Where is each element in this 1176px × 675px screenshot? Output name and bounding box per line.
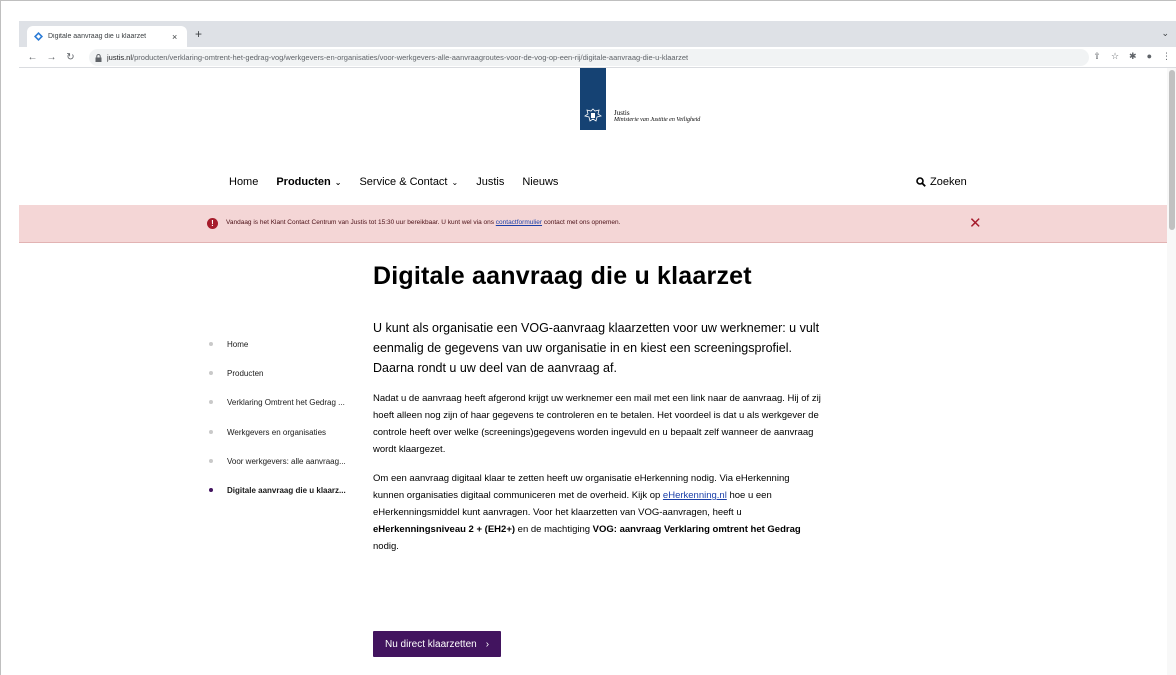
new-tab-button[interactable]: + (195, 27, 202, 41)
breadcrumb-label: Voor werkgevers: alle aanvraag... (227, 456, 346, 466)
url-domain: justis.nl (107, 53, 133, 62)
breadcrumb: Home Producten Verklaring Omtrent het Ge… (207, 340, 346, 515)
breadcrumb-label: Verklaring Omtrent het Gedrag ... (227, 398, 345, 408)
lock-icon (95, 53, 102, 62)
extensions-puzzle-icon[interactable]: ✱ (1129, 51, 1137, 62)
chevron-down-icon: ⌄ (334, 177, 342, 187)
breadcrumb-item-vog[interactable]: Verklaring Omtrent het Gedrag ... (207, 398, 346, 427)
tab-strip: Digitale aanvraag die u klaarzet × + ⌄ (19, 21, 1176, 47)
nav-service-label: Service & Contact (359, 176, 448, 188)
page-scrollbar[interactable] (1167, 68, 1176, 675)
breadcrumb-label: Home (227, 340, 249, 349)
breadcrumb-item-home[interactable]: Home (207, 340, 346, 369)
browser-tab[interactable]: Digitale aanvraag die u klaarzet × (27, 26, 187, 47)
chevron-right-icon: › (485, 638, 490, 650)
lead-paragraph: U kunt als organisatie een VOG-aanvraag … (373, 321, 820, 375)
tab-search-icon[interactable]: ⌄ (1161, 28, 1169, 39)
browser-toolbar: ← → ↻ justis.nl/producten/verklaring-omt… (19, 47, 1176, 68)
browser-menu-icon[interactable]: ⋮ (1162, 51, 1171, 62)
breadcrumb-label: Digitale aanvraag die u klaarz... (227, 485, 346, 495)
share-icon[interactable]: ⇪ (1093, 51, 1101, 62)
main-navigation: Home Producten ⌄ Service & Contact ⌄ Justi… (229, 176, 576, 188)
search-icon (916, 177, 926, 187)
bullet-dot (209, 371, 213, 376)
para2-text-c: en de machtiging (515, 524, 593, 535)
back-arrow-icon[interactable]: ← (25, 52, 40, 63)
notice-banner: ! Vandaag is het Klant Contact Centrum v… (19, 205, 1167, 243)
forward-arrow-icon[interactable]: → (44, 52, 59, 63)
scrollbar-thumb[interactable] (1169, 70, 1175, 230)
rijksoverheid-emblem-icon (580, 68, 606, 130)
alert-icon: ! (207, 218, 218, 229)
tab-close-icon[interactable]: × (172, 32, 177, 42)
nav-producten[interactable]: Producten ⌄ (276, 176, 341, 188)
nav-service-contact[interactable]: Service & Contact ⌄ (359, 176, 458, 188)
nu-direct-klaarzetten-button[interactable]: Nu direct klaarzetten › (373, 631, 502, 657)
close-notice-icon[interactable]: ✕ (969, 214, 982, 232)
bookmark-star-icon[interactable]: ☆ (1111, 51, 1119, 62)
eherkenning-link[interactable]: eHerkenning.nl (663, 490, 727, 501)
bullet-dot (209, 400, 213, 405)
nav-nieuws[interactable]: Nieuws (522, 176, 558, 188)
profile-avatar-icon[interactable]: ● (1147, 51, 1152, 62)
breadcrumb-item-aanvraagroutes[interactable]: Voor werkgevers: alle aanvraag... (207, 457, 346, 486)
browser-window: Digitale aanvraag die u klaarzet × + ⌄ ←… (19, 21, 1176, 675)
body-paragraph-1: Nadat u de aanvraag heeft afgerond krijg… (373, 393, 821, 455)
web-page: Justis Ministerie van Justitie en Veilig… (19, 68, 1167, 675)
search-label: Zoeken (930, 176, 967, 188)
logo-name: Justis (614, 109, 630, 117)
justis-favicon-icon (33, 32, 43, 42)
url-path: /producten/verklaring-omtrent-het-gedrag… (132, 53, 689, 62)
nav-nieuws-label: Nieuws (522, 176, 559, 188)
para2-bold-2: VOG: aanvraag Verklaring omtrent het Ged… (592, 524, 801, 535)
bullet-dot (209, 429, 213, 434)
body-paragraph-2: Om een aanvraag digitaal klaar te zetten… (373, 470, 823, 555)
reload-icon[interactable]: ↻ (63, 52, 78, 63)
screen-frame: Digitale aanvraag die u klaarzet × + ⌄ ←… (0, 0, 1176, 675)
notice-text-before: Vandaag is het Klant Contact Centrum van… (226, 219, 496, 226)
tab-title: Digitale aanvraag die u klaarzet (48, 33, 147, 40)
nav-justis-label: Justis (476, 176, 505, 188)
bullet-dot (209, 458, 213, 463)
notice-text: Vandaag is het Klant Contact Centrum van… (226, 219, 620, 226)
chevron-down-icon: ⌄ (451, 177, 459, 187)
bullet-dot (209, 487, 213, 492)
para2-text-d: nodig. (373, 541, 399, 552)
main-content: Digitale aanvraag die u klaarzet U kunt … (373, 262, 823, 555)
breadcrumb-item-current: Digitale aanvraag die u klaarz... (207, 486, 346, 515)
contactformulier-link[interactable]: contactformulier (496, 219, 542, 226)
toolbar-actions: ⇪ ☆ ✱ ● ⋮ (1093, 51, 1171, 62)
breadcrumb-label: Producten (227, 369, 264, 379)
bullet-dot (209, 342, 213, 346)
notice-text-after: contact met ons opnemen. (542, 219, 621, 226)
nav-home-label: Home (229, 176, 259, 188)
breadcrumb-item-werkgevers[interactable]: Werkgevers en organisaties (207, 428, 346, 457)
nav-justis[interactable]: Justis (476, 176, 504, 188)
nav-producten-label: Producten (276, 176, 331, 188)
breadcrumb-label: Werkgevers en organisaties (227, 427, 327, 437)
search-button[interactable]: Zoeken (916, 176, 967, 188)
logo-subtitle: Ministerie van Justitie en Veiligheid (614, 117, 701, 123)
nav-home[interactable]: Home (229, 176, 258, 188)
url-text: justis.nl/producten/verklaring-omtrent-h… (107, 53, 688, 62)
cta-label: Nu direct klaarzetten (385, 638, 477, 650)
para2-bold-1: eHerkenningsniveau 2 + (EH2+) (373, 524, 516, 535)
breadcrumb-item-producten[interactable]: Producten (207, 369, 346, 398)
page-title: Digitale aanvraag die u klaarzet (373, 262, 752, 290)
address-bar[interactable]: justis.nl/producten/verklaring-omtrent-h… (89, 49, 1089, 66)
justis-logo[interactable]: Justis Ministerie van Justitie en Veilig… (580, 68, 700, 130)
